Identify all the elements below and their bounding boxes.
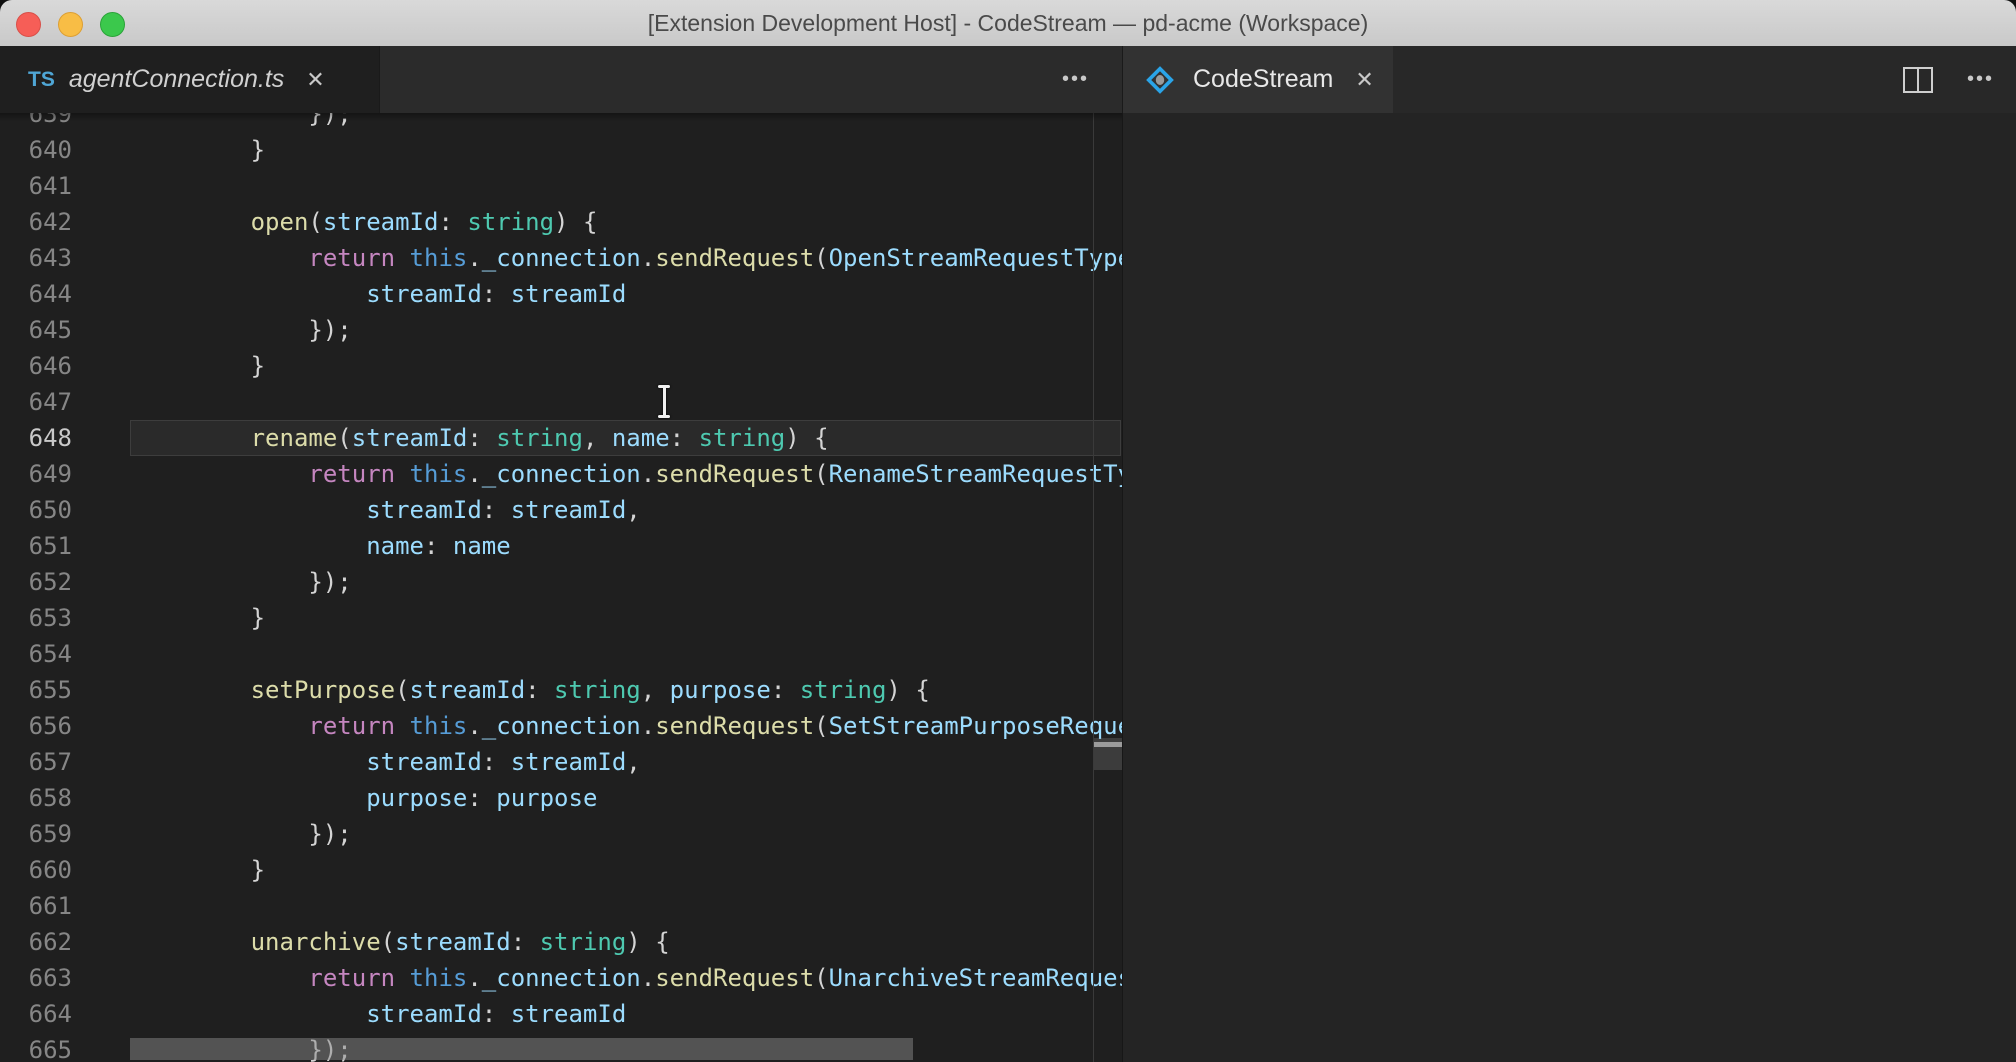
code-line[interactable]: 659 });	[0, 816, 1122, 852]
panel-more-icon[interactable]: •••	[1967, 68, 1994, 91]
code-text: });	[135, 568, 352, 596]
code-line[interactable]: 653 }	[0, 600, 1122, 636]
horizontal-scrollbar-slider[interactable]	[130, 1038, 913, 1060]
code-line[interactable]: 657 streamId: streamId,	[0, 744, 1122, 780]
code-text: return this._connection.sendRequest(Unar…	[135, 964, 1122, 992]
code-text: rename(streamId: string, name: string) {	[135, 424, 829, 452]
code-line[interactable]: 656 return this._connection.sendRequest(…	[0, 708, 1122, 744]
code-line[interactable]: 640 }	[0, 132, 1122, 168]
code-line[interactable]: 644 streamId: streamId	[0, 276, 1122, 312]
split-editor-icon[interactable]	[1903, 67, 1933, 93]
editor-actions-more-icon[interactable]: •••	[1062, 46, 1089, 113]
line-number: 640	[0, 132, 72, 168]
line-number: 644	[0, 276, 72, 312]
code-line[interactable]: 651 name: name	[0, 528, 1122, 564]
code-line[interactable]: 652 });	[0, 564, 1122, 600]
mouse-ibeam-cursor	[655, 385, 673, 418]
code-line[interactable]: 645 });	[0, 312, 1122, 348]
code-text: streamId: streamId,	[135, 748, 641, 776]
code-text: }	[135, 352, 265, 380]
close-tab-icon[interactable]: ✕	[306, 67, 324, 93]
line-number: 660	[0, 852, 72, 888]
code-line[interactable]: 658 purpose: purpose	[0, 780, 1122, 816]
code-text: }	[135, 856, 265, 884]
line-number: 665	[0, 1032, 72, 1062]
code-lines: 639 });640 }641642 open(streamId: string…	[0, 113, 1122, 1062]
tabbar-scroll-shadow	[0, 113, 1122, 121]
line-number: 642	[0, 204, 72, 240]
codestream-panel-content	[1122, 113, 2016, 1062]
code-line[interactable]: 662 unarchive(streamId: string) {	[0, 924, 1122, 960]
code-line[interactable]: 661	[0, 888, 1122, 924]
vertical-scrollbar-track	[1093, 113, 1094, 1062]
line-number: 645	[0, 312, 72, 348]
panel-actions: •••	[1903, 46, 1994, 113]
line-number: 656	[0, 708, 72, 744]
code-text: open(streamId: string) {	[135, 208, 597, 236]
code-line[interactable]: 649 return this._connection.sendRequest(…	[0, 456, 1122, 492]
typescript-file-icon: TS	[28, 68, 55, 92]
code-text: name: name	[135, 532, 511, 560]
window-title: [Extension Development Host] - CodeStrea…	[0, 0, 2016, 46]
code-text: purpose: purpose	[135, 784, 597, 812]
line-number: 662	[0, 924, 72, 960]
code-text: });	[135, 316, 352, 344]
line-number: 663	[0, 960, 72, 996]
tab-filename: agentConnection.ts	[69, 65, 284, 94]
code-editor[interactable]: 639 });640 }641642 open(streamId: string…	[0, 113, 1122, 1062]
code-line[interactable]: 647	[0, 384, 1122, 420]
line-number: 647	[0, 384, 72, 420]
code-line[interactable]: 641	[0, 168, 1122, 204]
code-text: });	[135, 820, 352, 848]
line-number: 643	[0, 240, 72, 276]
code-text: streamId: streamId	[135, 1000, 626, 1028]
code-text: }	[135, 136, 265, 164]
code-line[interactable]: 643 return this._connection.sendRequest(…	[0, 240, 1122, 276]
line-number: 650	[0, 492, 72, 528]
code-text: streamId: streamId	[135, 280, 626, 308]
code-line[interactable]: 664 streamId: streamId	[0, 996, 1122, 1032]
line-number: 653	[0, 600, 72, 636]
line-number: 651	[0, 528, 72, 564]
tab-agentconnection[interactable]: TS agentConnection.ts ✕	[0, 46, 380, 113]
line-number: 654	[0, 636, 72, 672]
line-number: 652	[0, 564, 72, 600]
tab-strip: TS agentConnection.ts ✕ ••• CodeStream ✕…	[0, 46, 2016, 113]
code-text: unarchive(streamId: string) {	[135, 928, 670, 956]
close-panel-icon[interactable]: ✕	[1355, 67, 1373, 93]
code-line[interactable]: 655 setPurpose(streamId: string, purpose…	[0, 672, 1122, 708]
tab-codestream[interactable]: CodeStream ✕	[1123, 46, 1393, 113]
codestream-logo-icon	[1143, 63, 1177, 97]
code-line[interactable]: 648 rename(streamId: string, name: strin…	[0, 420, 1122, 456]
code-line[interactable]: 642 open(streamId: string) {	[0, 204, 1122, 240]
code-text: return this._connection.sendRequest(Rena…	[135, 460, 1122, 488]
code-text: return this._connection.sendRequest(SetS…	[135, 712, 1122, 740]
code-text: return this._connection.sendRequest(Open…	[135, 244, 1122, 272]
code-text: }	[135, 604, 265, 632]
panel-tab-title: CodeStream	[1193, 65, 1333, 94]
line-number: 649	[0, 456, 72, 492]
code-line[interactable]: 663 return this._connection.sendRequest(…	[0, 960, 1122, 996]
line-number: 648	[0, 420, 72, 456]
code-line[interactable]: 646 }	[0, 348, 1122, 384]
line-number: 657	[0, 744, 72, 780]
line-number: 655	[0, 672, 72, 708]
vscode-window: [Extension Development Host] - CodeStrea…	[0, 0, 2016, 1062]
code-text: setPurpose(streamId: string, purpose: st…	[135, 676, 930, 704]
code-text: streamId: streamId,	[135, 496, 641, 524]
line-number: 658	[0, 780, 72, 816]
overview-ruler-marker	[1094, 742, 1122, 747]
code-line[interactable]: 650 streamId: streamId,	[0, 492, 1122, 528]
line-number: 664	[0, 996, 72, 1032]
line-number: 641	[0, 168, 72, 204]
line-number: 661	[0, 888, 72, 924]
line-number: 646	[0, 348, 72, 384]
titlebar[interactable]: [Extension Development Host] - CodeStrea…	[0, 0, 2016, 47]
code-line[interactable]: 654	[0, 636, 1122, 672]
code-line[interactable]: 660 }	[0, 852, 1122, 888]
line-number: 659	[0, 816, 72, 852]
